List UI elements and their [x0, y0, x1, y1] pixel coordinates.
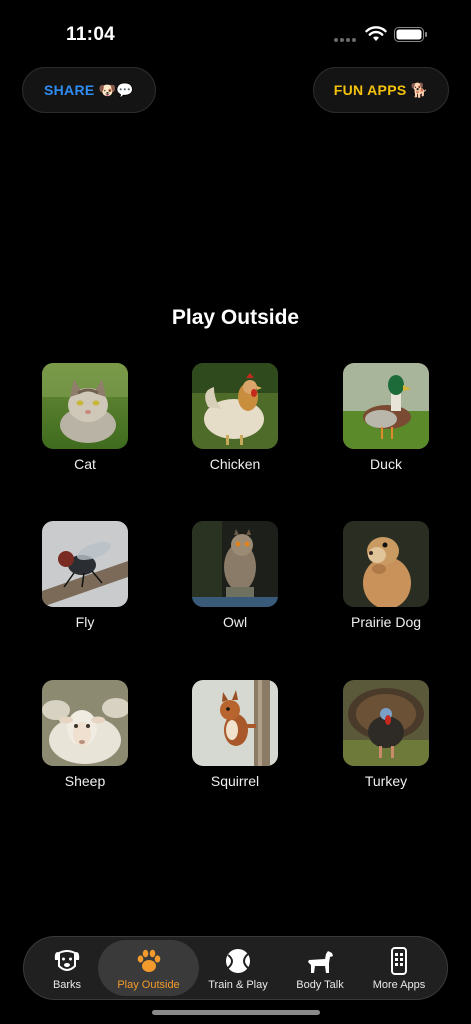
squirrel-image — [192, 680, 278, 766]
share-button[interactable]: SHARE 🐶💬 — [22, 67, 156, 113]
animal-label: Chicken — [209, 456, 261, 472]
cellular-signal-icon — [334, 38, 356, 42]
chicken-image — [192, 363, 278, 449]
owl-image — [192, 521, 278, 607]
animal-owl[interactable]: Owl — [170, 521, 300, 630]
tab-bar: Barks Play Outside Train & Play Body Tal… — [23, 936, 448, 1000]
fun-apps-emoji-icon: 🐕 — [410, 81, 429, 98]
fun-apps-label: FUN APPS — [333, 82, 407, 98]
animal-label: Duck — [370, 456, 402, 472]
duck-image — [343, 363, 429, 449]
share-label: SHARE — [44, 82, 95, 98]
animal-fly[interactable]: Fly — [20, 521, 150, 630]
tab-label: Play Outside — [117, 978, 180, 991]
phone-apps-icon — [391, 946, 407, 975]
status-time: 11:04 — [66, 24, 116, 45]
animal-label: Sheep — [64, 773, 106, 789]
tab-play-outside[interactable]: Play Outside — [98, 940, 199, 996]
fly-image — [42, 521, 128, 607]
tab-label: Body Talk — [296, 978, 344, 991]
tab-train-and-play[interactable]: Train & Play — [199, 940, 277, 996]
animal-cat[interactable]: Cat — [20, 363, 150, 472]
tab-label: More Apps — [372, 978, 426, 991]
cat-image — [42, 363, 128, 449]
tab-label: Train & Play — [208, 978, 268, 991]
tab-body-talk[interactable]: Body Talk — [283, 940, 357, 996]
battery-icon — [394, 27, 427, 42]
animal-prairie-dog[interactable]: Prairie Dog — [321, 521, 451, 630]
animal-label: Fly — [75, 614, 95, 630]
wifi-icon — [365, 26, 387, 41]
turkey-image — [343, 680, 429, 766]
animal-sheep[interactable]: Sheep — [20, 680, 150, 789]
share-emoji-icon: 🐶💬 — [98, 81, 134, 98]
animal-turkey[interactable]: Turkey — [321, 680, 451, 789]
home-indicator — [152, 1010, 320, 1015]
page-title: Play Outside — [171, 306, 300, 329]
animal-chicken[interactable]: Chicken — [170, 363, 300, 472]
tab-more-apps[interactable]: More Apps — [362, 940, 436, 996]
animal-duck[interactable]: Duck — [321, 363, 451, 472]
dog-face-icon — [54, 949, 80, 971]
animal-label: Cat — [74, 456, 96, 472]
animal-label: Turkey — [364, 773, 408, 789]
fun-apps-button[interactable]: FUN APPS 🐕 — [313, 67, 449, 113]
animal-label: Squirrel — [210, 773, 260, 789]
animal-label: Owl — [222, 614, 248, 630]
status-bar: 11:04 — [0, 0, 471, 60]
animal-label: Prairie Dog — [350, 614, 422, 630]
tab-label: Barks — [52, 978, 82, 991]
sheep-image — [42, 680, 128, 766]
dog-silhouette-icon — [308, 950, 333, 973]
animal-squirrel[interactable]: Squirrel — [170, 680, 300, 789]
ball-icon — [226, 948, 250, 973]
prairie-dog-image — [343, 521, 429, 607]
tab-barks[interactable]: Barks — [32, 940, 102, 996]
paw-icon — [137, 949, 160, 972]
